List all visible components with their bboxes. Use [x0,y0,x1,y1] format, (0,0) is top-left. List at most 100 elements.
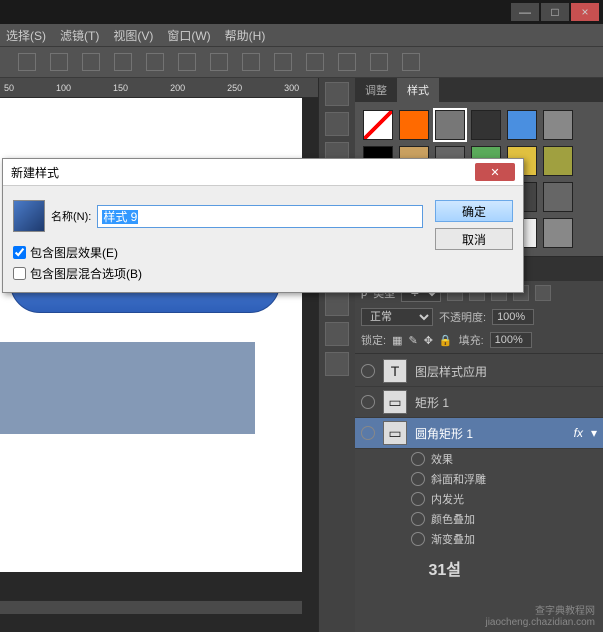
visibility-toggle-icon[interactable] [411,492,425,506]
horizontal-scrollbar[interactable] [0,600,302,614]
effect-gradient-overlay[interactable]: 渐变叠加 [431,531,475,547]
window-titlebar: — □ × [0,0,603,24]
distribute-icon[interactable] [338,53,356,71]
style-swatch[interactable] [507,110,537,140]
menu-view[interactable]: 视图(V) [113,27,153,44]
visibility-toggle-icon[interactable] [411,532,425,546]
visibility-toggle-icon[interactable] [411,512,425,526]
styles-panel-tabs: 调整 样式 [355,78,603,102]
style-preview-swatch [13,200,45,232]
menu-select[interactable]: 选择(S) [6,27,46,44]
distribute-icon[interactable] [210,53,228,71]
info-icon[interactable] [325,322,349,346]
fill-label: 填充: [459,332,484,348]
cancel-button[interactable]: 取消 [435,228,513,250]
text-layer-icon: T [383,359,407,383]
align-icon[interactable] [18,53,36,71]
actions-icon[interactable] [325,292,349,316]
menu-help[interactable]: 帮助(H) [225,27,266,44]
distribute-icon[interactable] [402,53,420,71]
align-icon[interactable] [82,53,100,71]
maximize-button[interactable]: □ [541,3,569,21]
visibility-toggle-icon[interactable] [411,472,425,486]
distribute-icon[interactable] [306,53,324,71]
visibility-toggle-icon[interactable] [361,426,375,440]
visibility-toggle-icon[interactable] [411,452,425,466]
distribute-icon[interactable] [242,53,260,71]
lock-all-icon[interactable]: 🔒 [439,334,453,347]
lock-label: 锁定: [361,332,386,348]
tab-adjustments[interactable]: 调整 [355,78,397,102]
shape-layer-icon: ▭ [383,421,407,445]
layer-item-roundrect[interactable]: ▭ 圆角矩形 1 fx ▾ [355,418,603,449]
shape-layer-icon: ▭ [383,390,407,414]
lock-transparency-icon[interactable]: ▦ [392,334,402,347]
visibility-toggle-icon[interactable] [361,364,375,378]
options-bar [0,46,603,78]
distribute-icon[interactable] [178,53,196,71]
distribute-icon[interactable] [370,53,388,71]
style-swatch[interactable] [543,110,573,140]
swatches-icon[interactable] [325,112,349,136]
window-close-button[interactable]: × [571,3,599,21]
menu-filter[interactable]: 滤镜(T) [60,27,99,44]
dialog-close-button[interactable]: ✕ [475,163,515,181]
fill-input[interactable] [490,332,532,348]
new-style-dialog: 新建样式 ✕ 名称(N): 样式 9 包含图层效果(E) 包含图层混合选项(B)… [2,158,524,293]
style-swatch[interactable] [543,146,573,176]
ok-button[interactable]: 确定 [435,200,513,222]
horizontal-ruler: 50 100 150 200 250 300 [0,78,318,98]
lock-position-icon[interactable]: ✥ [424,334,433,347]
opacity-label: 不透明度: [439,309,486,325]
ruler-tick: 200 [170,83,185,93]
style-swatch[interactable] [543,182,573,212]
layer-item-text[interactable]: T 图层样式应用 [355,356,603,387]
style-name-input[interactable]: 样式 9 [97,205,423,228]
effect-color-overlay[interactable]: 颜色叠加 [431,511,475,527]
include-blend-checkbox[interactable]: 包含图层混合选项(B) [13,265,423,282]
layer-item-rect[interactable]: ▭ 矩形 1 [355,387,603,418]
style-swatch[interactable] [435,110,465,140]
effects-heading: 效果 [431,451,453,467]
fx-badge[interactable]: fx [574,426,583,440]
layer-name: 圆角矩形 1 [415,425,473,442]
layer-effects-list: 效果 斜面和浮雕 内发光 颜色叠加 渐变叠加 [355,449,603,549]
opacity-input[interactable] [492,309,534,325]
align-icon[interactable] [50,53,68,71]
style-swatch[interactable] [363,110,393,140]
blend-mode-select[interactable]: 正常 [361,308,433,326]
visibility-toggle-icon[interactable] [361,395,375,409]
layer-name: 矩形 1 [415,394,449,411]
rect-shape [0,342,255,434]
watermark-logo: 31설 [428,556,461,580]
ruler-tick: 50 [4,83,14,93]
checkbox-icon[interactable] [13,246,26,259]
distribute-icon[interactable] [274,53,292,71]
dialog-title: 新建样式 [11,164,59,181]
lock-pixels-icon[interactable]: ✎ [408,334,417,347]
layer-name: 图层样式应用 [415,363,487,380]
tab-styles[interactable]: 样式 [397,78,439,102]
distribute-icon[interactable] [146,53,164,71]
properties-icon[interactable] [325,352,349,376]
filter-smart-icon[interactable] [535,285,551,301]
chevron-down-icon[interactable]: ▾ [591,426,597,440]
menu-window[interactable]: 窗口(W) [167,27,210,44]
effect-inner-glow[interactable]: 内发光 [431,491,464,507]
ruler-tick: 300 [284,83,299,93]
menu-bar: 选择(S) 滤镜(T) 视图(V) 窗口(W) 帮助(H) [0,24,603,46]
style-swatch[interactable] [471,110,501,140]
checkbox-label: 包含图层混合选项(B) [30,265,142,282]
include-effects-checkbox[interactable]: 包含图层效果(E) [13,244,423,261]
minimize-button[interactable]: — [511,3,539,21]
style-swatch[interactable] [399,110,429,140]
watermark-text: 查字典教程网 jiaocheng.chazidian.com [485,602,595,628]
ruler-tick: 250 [227,83,242,93]
effect-bevel[interactable]: 斜面和浮雕 [431,471,486,487]
distribute-icon[interactable] [114,53,132,71]
name-label: 名称(N): [51,208,91,224]
checkbox-label: 包含图层效果(E) [30,244,118,261]
history-icon[interactable] [325,82,349,106]
checkbox-icon[interactable] [13,267,26,280]
style-swatch[interactable] [543,218,573,248]
